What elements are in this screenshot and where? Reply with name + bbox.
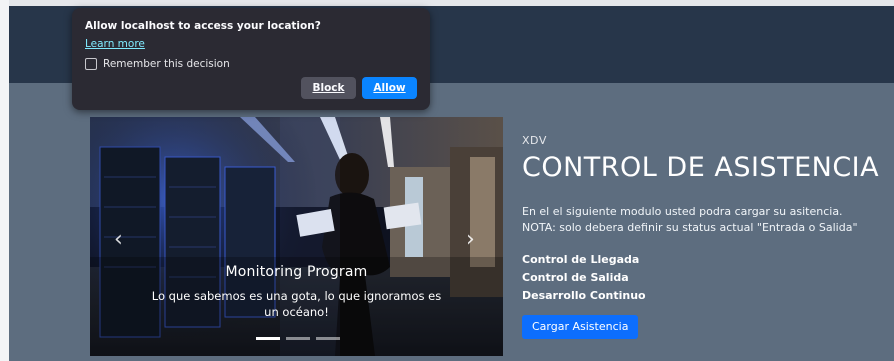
- carousel-indicator-3[interactable]: [316, 337, 340, 340]
- learn-more-link[interactable]: Learn more: [85, 38, 145, 50]
- description-line-1: En el el siguiente modulo usted podra ca…: [522, 205, 843, 218]
- carousel-caption-text: Lo que sabemos es una gota, lo que ignor…: [151, 289, 442, 319]
- page-title: CONTROL DE ASISTENCIA: [522, 152, 880, 183]
- feature-item: Control de Llegada: [522, 253, 640, 266]
- image-carousel: ‹ › Monitoring Program Lo que sabemos es…: [90, 117, 503, 356]
- brand-label: XDV: [522, 134, 547, 147]
- carousel-indicator-2[interactable]: [286, 337, 310, 340]
- remember-decision-row[interactable]: Remember this decision: [85, 58, 230, 70]
- block-button[interactable]: Block: [301, 77, 356, 99]
- feature-list: Control de Llegada Control de Salida Des…: [522, 251, 646, 305]
- remember-decision-checkbox[interactable]: [85, 58, 97, 70]
- carousel-indicator-1[interactable]: [256, 337, 280, 340]
- feature-item: Control de Salida: [522, 271, 629, 284]
- allow-button[interactable]: Allow: [362, 77, 417, 99]
- feature-item: Desarrollo Continuo: [522, 289, 646, 302]
- popup-title: Allow localhost to access your location?: [85, 20, 321, 32]
- location-permission-popup: Allow localhost to access your location?…: [72, 8, 430, 110]
- carousel-caption-title: Monitoring Program: [225, 264, 368, 280]
- allow-button-label: Allow: [373, 82, 406, 94]
- carousel-next-icon[interactable]: ›: [466, 227, 475, 252]
- carousel-slide-image: [90, 117, 503, 356]
- browser-edge: [0, 0, 9, 361]
- carousel-indicators: [256, 337, 340, 340]
- block-button-label: Block: [312, 82, 345, 94]
- cargar-asistencia-button[interactable]: Cargar Asistencia: [522, 315, 639, 339]
- remember-decision-label: Remember this decision: [103, 58, 230, 70]
- carousel-prev-icon[interactable]: ‹: [114, 227, 123, 252]
- hero-description: En el el siguiente modulo usted podra ca…: [522, 204, 858, 236]
- description-line-2: NOTA: solo debera definir su status actu…: [522, 221, 858, 234]
